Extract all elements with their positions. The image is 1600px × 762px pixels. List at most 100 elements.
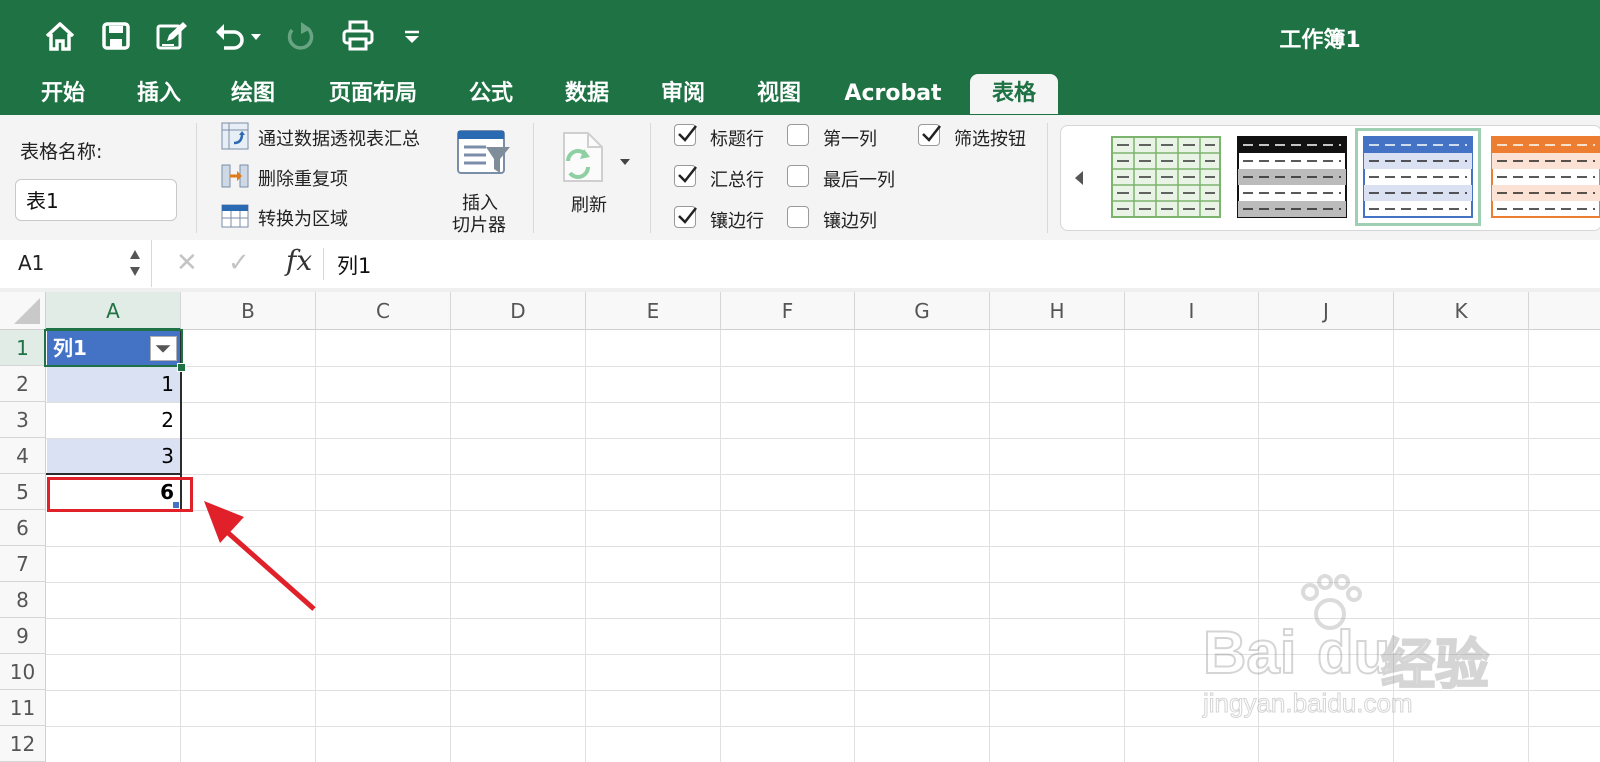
convert-to-range-icon	[220, 201, 250, 231]
tab-page-layout[interactable]: 页面布局	[318, 74, 428, 114]
ribbon-divider	[1047, 123, 1048, 233]
gridline	[1528, 330, 1529, 762]
function-icon[interactable]: fx	[286, 244, 312, 277]
last-column-checkbox[interactable]	[787, 165, 809, 187]
pivot-summary-button[interactable]: 通过数据透视表汇总	[258, 125, 420, 151]
refresh-icon[interactable]	[556, 129, 606, 185]
row-header-4[interactable]: 4	[0, 438, 46, 474]
column-header-j[interactable]: J	[1259, 292, 1394, 330]
watermark-brand-suffix: du	[1316, 618, 1391, 687]
gallery-prev-icon[interactable]	[1073, 170, 1085, 190]
column-header-i[interactable]: I	[1125, 292, 1259, 330]
save-icon[interactable]	[98, 18, 134, 54]
tab-home[interactable]: 开始	[22, 74, 104, 114]
row-header-12[interactable]: 12	[0, 726, 46, 762]
title-bar: 工作簿1 开始 插入 绘图 页面布局 公式 数据 审阅 视图 Acrobat 表…	[0, 0, 1600, 115]
edit-icon[interactable]	[154, 18, 190, 54]
total-row-border	[46, 473, 182, 475]
table-style-orange[interactable]	[1491, 136, 1600, 218]
column-header-a[interactable]: A	[46, 292, 181, 330]
gridline	[720, 330, 721, 762]
row-header-10[interactable]: 10	[0, 654, 46, 690]
first-column-label: 第一列	[823, 129, 877, 150]
name-box-stepper-icon[interactable]	[128, 246, 142, 284]
table-cell-a4[interactable]: 3	[47, 439, 180, 474]
confirm-icon[interactable]: ✓	[228, 248, 250, 278]
gridline	[46, 438, 1600, 439]
total-row-checkbox[interactable]	[674, 165, 697, 187]
column-header-e[interactable]: E	[586, 292, 721, 330]
table-name-label: 表格名称:	[20, 141, 103, 163]
banded-columns-label: 镶边列	[823, 211, 877, 232]
table-style-green[interactable]	[1111, 136, 1221, 218]
cancel-icon[interactable]: ✕	[176, 248, 198, 278]
table-cell-a2[interactable]: 1	[47, 367, 180, 402]
gridline	[1124, 330, 1125, 762]
row-header-2[interactable]: 2	[0, 366, 46, 402]
tab-acrobat[interactable]: Acrobat	[838, 74, 948, 114]
highlight-box	[47, 477, 193, 512]
column-header-g[interactable]: G	[855, 292, 990, 330]
filter-button-checkbox[interactable]	[918, 124, 941, 146]
select-all-corner[interactable]	[0, 292, 46, 330]
tab-draw[interactable]: 绘图	[212, 74, 294, 114]
tab-insert[interactable]: 插入	[118, 74, 200, 114]
first-column-checkbox[interactable]	[787, 124, 809, 146]
convert-to-range-button[interactable]: 转换为区域	[258, 205, 348, 231]
refresh-dropdown-icon[interactable]	[619, 151, 631, 170]
row-header-7[interactable]: 7	[0, 546, 46, 582]
gridline	[585, 330, 586, 762]
annotation-arrow-icon	[200, 497, 320, 612]
undo-icon[interactable]	[212, 18, 248, 54]
tab-formulas[interactable]: 公式	[450, 74, 532, 114]
customize-toolbar-icon[interactable]	[398, 18, 426, 54]
remove-duplicates-icon	[220, 161, 250, 191]
insert-slicer-label-2: 切片器	[452, 215, 506, 236]
total-row-label: 汇总行	[710, 170, 764, 191]
tab-review[interactable]: 审阅	[642, 74, 724, 114]
last-column-label: 最后一列	[823, 170, 895, 191]
row-header-5[interactable]: 5	[0, 474, 46, 510]
column-header-c[interactable]: C	[316, 292, 451, 330]
column-header-k[interactable]: K	[1394, 292, 1529, 330]
ribbon-divider	[650, 123, 651, 233]
column-header-d[interactable]: D	[451, 292, 586, 330]
table-style-black[interactable]	[1237, 136, 1347, 218]
fill-handle[interactable]	[177, 363, 186, 372]
banded-columns-checkbox[interactable]	[787, 206, 809, 228]
insert-slicer-icon[interactable]	[456, 129, 512, 179]
row-header-1[interactable]: 1	[0, 330, 46, 366]
tab-table[interactable]: 表格	[970, 74, 1058, 114]
table-style-gallery	[1060, 125, 1600, 231]
gridline	[46, 474, 1600, 475]
formula-input[interactable]: 列1	[337, 250, 371, 280]
banded-rows-checkbox[interactable]	[674, 206, 697, 228]
table-style-blue-selected[interactable]	[1355, 128, 1481, 226]
ribbon-divider	[196, 123, 197, 233]
column-header-l[interactable]	[1529, 292, 1600, 330]
baidu-watermark: Bai du 经验 jingyan.baidu.com	[1195, 574, 1515, 720]
gridline	[46, 402, 1600, 403]
row-header-11[interactable]: 11	[0, 690, 46, 726]
remove-duplicates-button[interactable]: 删除重复项	[258, 165, 348, 191]
table-name-input[interactable]: 表1	[15, 179, 177, 221]
row-header-8[interactable]: 8	[0, 582, 46, 618]
row-header-6[interactable]: 6	[0, 510, 46, 546]
home-icon[interactable]	[42, 18, 78, 54]
redo-icon[interactable]	[283, 18, 319, 54]
filter-button-label: 筛选按钮	[954, 129, 1026, 150]
tab-data[interactable]: 数据	[546, 74, 628, 114]
row-header-3[interactable]: 3	[0, 402, 46, 438]
row-header-9[interactable]: 9	[0, 618, 46, 654]
column-header-f[interactable]: F	[721, 292, 855, 330]
column-header-b[interactable]: B	[181, 292, 316, 330]
print-icon[interactable]	[340, 18, 376, 54]
banded-rows-label: 镶边行	[710, 211, 764, 232]
column-header-h[interactable]: H	[990, 292, 1125, 330]
header-row-checkbox[interactable]	[674, 124, 697, 146]
table-cell-a3[interactable]: 2	[47, 403, 180, 438]
watermark-url: jingyan.baidu.com	[1203, 688, 1414, 719]
tab-view[interactable]: 视图	[738, 74, 820, 114]
undo-dropdown-icon[interactable]	[246, 18, 266, 54]
gridline	[450, 330, 451, 762]
